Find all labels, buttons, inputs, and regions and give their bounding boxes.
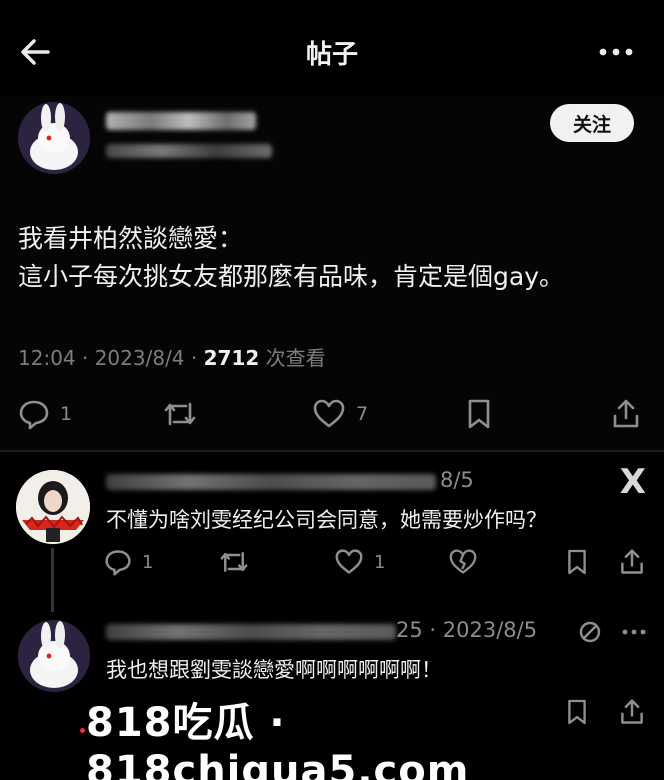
- divider: [0, 450, 664, 452]
- reply-more-icon[interactable]: [620, 620, 648, 644]
- like-action[interactable]: 1: [334, 548, 385, 576]
- page-title: 帖子: [305, 40, 358, 70]
- like-action[interactable]: 7: [312, 398, 368, 430]
- follow-button[interactable]: 关注: [550, 104, 634, 142]
- author-name[interactable]: [106, 112, 256, 130]
- reply-action[interactable]: 1: [18, 398, 72, 430]
- post-text: 我看井柏然談戀愛： 這小子每次挑女友都那麼有品味，肯定是個gay。: [18, 220, 564, 296]
- share-icon: [621, 549, 643, 574]
- bookmark-action[interactable]: [566, 548, 588, 576]
- retweet-action[interactable]: [162, 398, 198, 430]
- dislike-action[interactable]: [448, 548, 478, 576]
- thread-line: [51, 548, 54, 612]
- reply-avatar[interactable]: [18, 620, 90, 692]
- reply-action[interactable]: 1: [104, 548, 153, 576]
- reply-count: 1: [60, 403, 73, 425]
- retweet-icon: [164, 402, 196, 426]
- retweet-icon: [220, 552, 248, 572]
- post-timestamp: 12:04 · 2023/8/4 ·: [18, 346, 204, 370]
- post-text-line: 這小子每次挑女友都那麼有品味，肯定是個gay。: [18, 262, 564, 291]
- reply-count: 1: [142, 551, 154, 573]
- reply-text: 不懂为啥刘雯经纪公司会同意，她需要炒作吗？: [106, 508, 547, 532]
- more-dots-icon[interactable]: [594, 30, 638, 74]
- watermark: 818吃瓜 · 818chigua5.com: [86, 700, 470, 780]
- mute-action[interactable]: [578, 620, 602, 644]
- share-action[interactable]: [610, 398, 642, 430]
- retweet-action[interactable]: [218, 548, 250, 576]
- x-logo: X: [619, 462, 646, 502]
- reply-date: 8/5: [440, 468, 474, 492]
- bookmark-icon: [568, 549, 586, 575]
- view-count: 2712: [203, 346, 260, 370]
- bookmark-action[interactable]: [466, 398, 492, 430]
- author-handle: [106, 144, 272, 158]
- reply-author-name[interactable]: [106, 474, 436, 490]
- mute-icon: [579, 621, 601, 643]
- bookmark-icon: [468, 399, 490, 429]
- reply-author-name[interactable]: [106, 624, 396, 640]
- share-icon: [613, 399, 639, 428]
- reply-icon: [105, 550, 131, 576]
- post-text-line: 我看井柏然談戀愛：: [18, 224, 244, 253]
- views-suffix: 次查看: [259, 346, 326, 370]
- post-meta: 12:04 · 2023/8/4 · 2712 次查看: [18, 342, 326, 371]
- reply-date: 25 · 2023/8/5: [396, 618, 538, 642]
- heart-icon: [335, 549, 363, 574]
- reply-avatar[interactable]: [16, 470, 90, 544]
- reply-text: 我也想跟劉雯談戀愛啊啊啊啊啊啊！: [106, 658, 442, 682]
- watermark-dot: [80, 728, 85, 733]
- heart-icon: [313, 399, 345, 428]
- heart-broken-icon: [449, 549, 477, 574]
- top-bar: 帖子: [0, 0, 664, 96]
- like-count: 7: [356, 403, 369, 425]
- author-avatar[interactable]: [18, 102, 90, 174]
- like-count: 1: [374, 551, 386, 573]
- reply-icon: [19, 400, 49, 430]
- share-action[interactable]: [618, 548, 646, 576]
